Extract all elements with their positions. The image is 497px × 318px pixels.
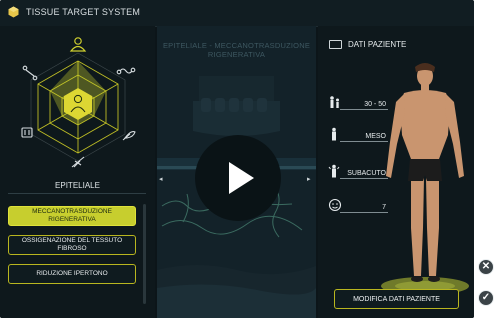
row-underline (340, 178, 388, 179)
tendon-icon (116, 67, 136, 75)
option-label: MECCANOTRASDUZIONE RIGENERATIVA (32, 208, 112, 223)
selected-tissue-label: EPITELIALE (55, 181, 100, 190)
patient-phase-row[interactable]: SUBACUTO (328, 164, 390, 180)
title-bar: TISSUE TARGET SYSTEM (0, 0, 474, 27)
patient-header: DATI PAZIENTE (348, 40, 407, 49)
tissue-radar (21, 37, 136, 168)
close-icon: ✕ (481, 261, 491, 272)
option-label: RIDUZIONE IPERTONO (36, 270, 108, 277)
muscle-icon (21, 127, 33, 138)
patient-build-value: MESO (365, 133, 386, 140)
patient-build-row[interactable]: MESO (328, 127, 390, 143)
video-title: EPITELIALE - MECCANOTRASDUZIONE RIGENERA… (162, 41, 311, 59)
patient-card-icon (329, 40, 342, 49)
patient-age-row[interactable]: 30 - 50 (328, 95, 390, 111)
app-logo-icon (8, 6, 19, 18)
confirm-button[interactable]: ✓ (478, 290, 494, 306)
row-underline (340, 141, 388, 142)
option-label: OSSIGENAZIONE DEL TESSUTO FIBROSO (21, 237, 123, 252)
patient-age-value: 30 - 50 (364, 101, 386, 108)
patient-pain-value: 7 (382, 204, 386, 211)
option-meccanotrasduzione[interactable]: MECCANOTRASDUZIONE RIGENERATIVA (8, 206, 136, 226)
pain-face-icon (328, 198, 342, 212)
app-window: TISSUE TARGET SYSTEM EPITELIALE MECCANOT… (0, 0, 474, 318)
play-button[interactable] (195, 135, 281, 221)
modify-patient-button[interactable]: MODIFICA DATI PAZIENTE (334, 289, 459, 309)
close-button[interactable]: ✕ (478, 259, 494, 275)
option-ossigenazione[interactable]: OSSIGENAZIONE DEL TESSUTO FIBROSO (8, 235, 136, 255)
option-riduzione-ipertono[interactable]: RIDUZIONE IPERTONO (8, 264, 136, 284)
arrow-right-icon: ▸ (307, 176, 311, 183)
row-underline (340, 109, 388, 110)
patient-pain-row[interactable]: 7 (328, 198, 390, 214)
age-group-icon (330, 96, 339, 108)
options-scrollbar[interactable] (143, 204, 146, 304)
patient-figure-image (381, 63, 469, 295)
divider (8, 193, 146, 194)
phase-icon (328, 164, 340, 178)
patient-phase-value: SUBACUTO (347, 170, 386, 177)
tissue-panel: EPITELIALE MECCANOTRASDUZIONE RIGENERATI… (0, 26, 155, 318)
arrow-left-icon: ◂ (159, 176, 163, 183)
body-type-icon (332, 127, 336, 141)
row-underline (340, 212, 388, 213)
play-icon (229, 162, 254, 194)
check-icon: ✓ (481, 292, 491, 303)
video-panel: EPITELIALE - MECCANOTRASDUZIONE RIGENERA… (157, 26, 316, 318)
epithelial-icon (69, 37, 87, 52)
patient-panel: DATI PAZIENTE 30 - 50 MESO SUBACUTO 7 MO… (318, 26, 474, 318)
modify-patient-label: MODIFICA DATI PAZIENTE (353, 295, 440, 303)
app-title: TISSUE TARGET SYSTEM (26, 7, 141, 17)
